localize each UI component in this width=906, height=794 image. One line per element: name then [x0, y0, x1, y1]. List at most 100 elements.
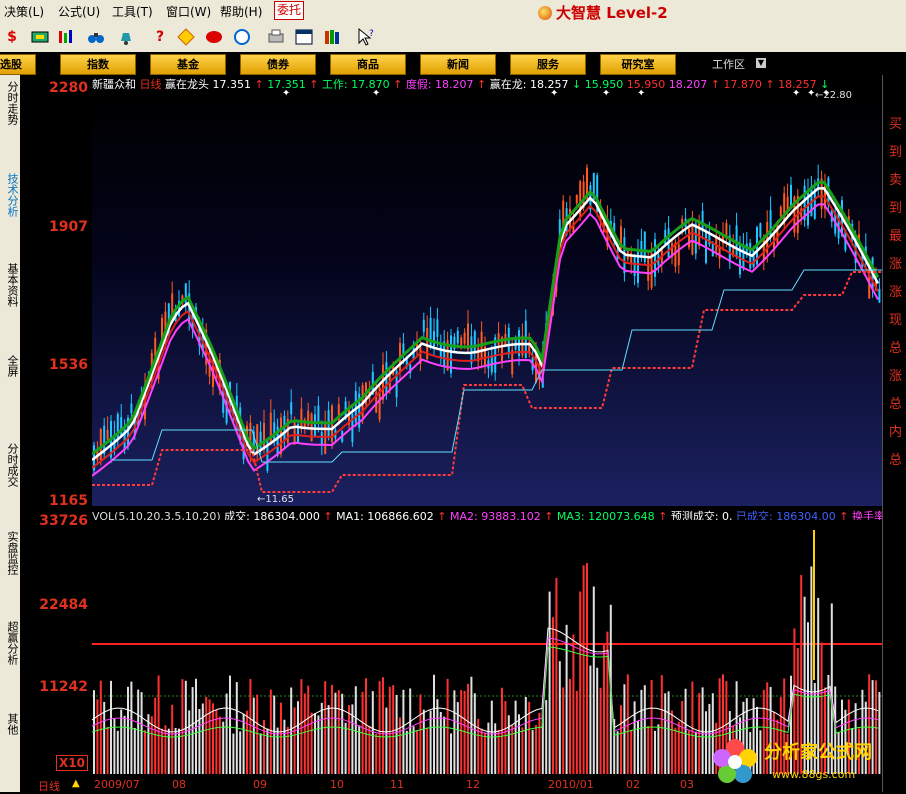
- volume-bar: [623, 684, 626, 774]
- tab-intraday[interactable]: 分时走势: [2, 81, 19, 125]
- nav-research[interactable]: 研究室: [600, 54, 676, 75]
- volume-bar: [640, 689, 643, 774]
- volume-bar: [371, 691, 374, 774]
- volume-bar: [290, 687, 293, 774]
- volume-bar: [392, 685, 395, 774]
- svg-text:?: ?: [369, 29, 374, 39]
- date-tick: 2010/01: [548, 778, 594, 791]
- volume-bar: [276, 727, 279, 774]
- volume-bar: [195, 678, 197, 774]
- volume-bar: [273, 695, 276, 774]
- volume-bar: [552, 617, 554, 774]
- menu-window[interactable]: 窗口(W): [166, 3, 211, 20]
- volume-bar: [450, 733, 452, 774]
- volume-bar: [412, 726, 415, 774]
- tab-other[interactable]: 其他: [2, 713, 19, 735]
- volume-bar: [514, 700, 517, 774]
- nav-news[interactable]: 新闻: [420, 54, 496, 75]
- tab-live-monitor[interactable]: 实盘监控: [2, 531, 19, 575]
- candle-body: [647, 258, 650, 281]
- volume-bar: [116, 730, 119, 774]
- volume-bar: [558, 661, 561, 774]
- menu-decision[interactable]: 决策(L): [4, 3, 44, 20]
- quote-label: 到: [889, 201, 903, 216]
- candle-body: [507, 327, 510, 355]
- volume-bar: [259, 733, 262, 774]
- window-icon[interactable]: [294, 27, 314, 47]
- volume-bar: [280, 702, 282, 774]
- bell-icon[interactable]: [116, 27, 136, 47]
- date-tick: 09: [253, 778, 267, 791]
- volume-bar: [433, 674, 435, 774]
- nav-fund[interactable]: 基金: [150, 54, 226, 75]
- volume-bar: [300, 679, 303, 774]
- menu-tools[interactable]: 工具(T): [112, 3, 153, 20]
- volume-bar: [562, 687, 565, 774]
- menu-help[interactable]: 帮助(H): [220, 3, 262, 20]
- workspace-dropdown-icon[interactable]: ▼: [756, 58, 766, 68]
- menu-trade[interactable]: 委托: [274, 1, 305, 20]
- volume-bar: [286, 726, 289, 774]
- workspace-label[interactable]: 工作区: [712, 56, 745, 72]
- volume-bar: [446, 678, 449, 774]
- cursor-help-icon[interactable]: ?: [356, 27, 376, 47]
- volume-bar: [365, 678, 367, 774]
- volume-bar: [385, 707, 388, 774]
- nav-index[interactable]: 指数: [60, 54, 136, 75]
- tab-fundamentals[interactable]: 基本资料: [2, 263, 19, 307]
- signal-marker: ✦: [792, 90, 800, 99]
- price-chart[interactable]: ✦ ✦ ✦ ✦ ✦ ✦ ✦ ✦←11.65←22.80: [92, 90, 882, 506]
- signal-marker: ✦: [372, 90, 380, 99]
- diamond-icon[interactable]: [176, 27, 196, 47]
- brand-title: 大智慧 Level-2: [538, 2, 668, 23]
- volume-bar: [409, 688, 412, 774]
- volume-bar: [579, 591, 582, 774]
- volume-bar: [453, 690, 456, 774]
- volume-bar: [178, 728, 180, 774]
- nav-bond[interactable]: 债券: [240, 54, 316, 75]
- volume-bar: [239, 731, 242, 774]
- volume-bar: [630, 729, 633, 774]
- volume-bar: [467, 683, 469, 774]
- circle-icon[interactable]: [232, 27, 252, 47]
- volume-bar: [225, 693, 228, 774]
- grid-icon[interactable]: [30, 27, 50, 47]
- tab-technical[interactable]: 技术分析: [2, 173, 19, 217]
- dollar-icon[interactable]: $: [2, 27, 22, 47]
- price-tick: 1907: [49, 219, 88, 235]
- tab-super-analysis[interactable]: 超赢分析: [2, 621, 19, 665]
- high-price-annotation: ←22.80: [815, 90, 852, 101]
- help-icon[interactable]: ?: [150, 27, 170, 47]
- candle-body: [718, 247, 721, 259]
- bars-icon[interactable]: [56, 27, 76, 47]
- volume-bar: [96, 699, 99, 774]
- candle-body: [579, 181, 582, 218]
- binoculars-icon[interactable]: [86, 27, 106, 47]
- volume-bar: [416, 730, 418, 774]
- nav-commodity[interactable]: 商品: [330, 54, 406, 75]
- volume-bar: [664, 693, 667, 774]
- nav-service[interactable]: 服务: [510, 54, 586, 75]
- date-tick: 12: [466, 778, 480, 791]
- volume-bar: [654, 730, 656, 774]
- candle-body: [317, 405, 320, 423]
- watermark: 分析家公式网 www.88gs.com: [704, 728, 904, 790]
- tab-tick-trades[interactable]: 分时成交: [2, 443, 19, 487]
- books-icon[interactable]: [322, 27, 342, 47]
- volume-bar: [501, 687, 503, 774]
- shape-icon[interactable]: [204, 27, 224, 47]
- nav-stock-select[interactable]: 选股: [0, 54, 36, 75]
- candle-body: [790, 184, 792, 208]
- print-icon[interactable]: [266, 27, 286, 47]
- volume-bar: [671, 710, 673, 774]
- volume-bar: [334, 692, 337, 774]
- volume-bar: [293, 707, 296, 774]
- menu-bar: 决策(L) 公式(U) 工具(T) 窗口(W) 帮助(H) 委托 大智慧 Lev…: [0, 0, 906, 23]
- tab-fullscreen[interactable]: 全屏: [2, 355, 19, 377]
- volume-bar: [382, 677, 384, 774]
- volume-bar: [188, 710, 191, 774]
- candle-body: [698, 221, 701, 246]
- candle-body: [300, 408, 303, 428]
- menu-formula[interactable]: 公式(U): [58, 3, 100, 20]
- period-dropdown-icon[interactable]: ▲: [72, 778, 80, 789]
